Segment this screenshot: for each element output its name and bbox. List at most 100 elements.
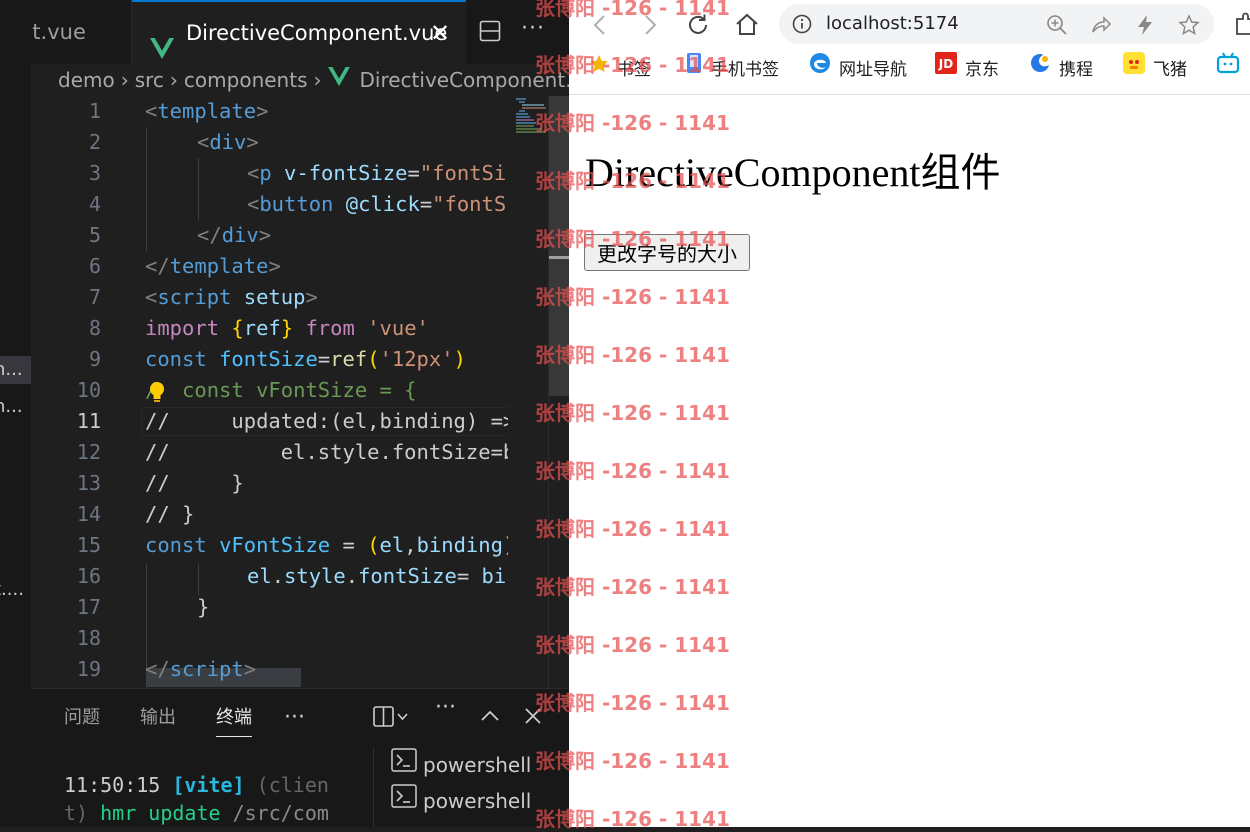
close-panel-icon[interactable] bbox=[522, 705, 544, 732]
line-number: 10 bbox=[76, 378, 101, 402]
code-editor[interactable]: 1 <template> 2 <div> 3 <p v-fontSize="fontS… bbox=[31, 96, 569, 688]
share-icon[interactable] bbox=[1090, 14, 1112, 40]
explorer-item[interactable]: t.... bbox=[0, 576, 31, 604]
terminal-instance-label: powershell bbox=[423, 789, 532, 813]
breadcrumb-item[interactable]: src bbox=[135, 64, 164, 96]
page-content: DirectiveComponent组件 更改字号的大小 bbox=[569, 95, 1250, 827]
code-line: 17} bbox=[31, 592, 569, 623]
explorer-item[interactable]: n... bbox=[0, 356, 31, 384]
split-editor-icon[interactable] bbox=[479, 20, 501, 46]
terminal-output[interactable]: 11:50:15 [vite] (clien t) hmr update /src… bbox=[64, 771, 364, 827]
home-icon[interactable] bbox=[732, 10, 762, 40]
url-text[interactable]: localhost:5174 bbox=[826, 4, 959, 44]
bookmark-item[interactable]: JD 京东 bbox=[935, 48, 999, 92]
code-line: 13 // } bbox=[31, 468, 569, 499]
bookmark-item[interactable] bbox=[1216, 48, 1248, 92]
terminal-line: t) hmr update /src/com bbox=[64, 799, 364, 827]
extensions-icon[interactable] bbox=[1233, 10, 1250, 40]
terminal-path: /src/com bbox=[220, 801, 329, 825]
terminal-text: (clien bbox=[244, 773, 329, 797]
terminal-instance[interactable]: powershell bbox=[391, 747, 531, 783]
code-text: // updated:(el,binding) => { bbox=[145, 409, 540, 433]
forward-icon[interactable] bbox=[635, 10, 665, 40]
vue-file-icon bbox=[150, 22, 174, 64]
scrollbar-cursor-marker bbox=[549, 256, 569, 259]
split-terminal-icon[interactable] bbox=[372, 705, 410, 734]
browser-window: localhost:5174 书签 手机书签 网址导航 JD 京东 携程 飞猪 D… bbox=[569, 0, 1250, 827]
line-number: 14 bbox=[76, 502, 101, 526]
code-text: // } bbox=[145, 502, 195, 526]
bookmark-item[interactable]: 书签 bbox=[589, 48, 651, 92]
token: = bbox=[317, 347, 331, 371]
editor-scrollbar[interactable] bbox=[548, 96, 569, 688]
token: > bbox=[246, 130, 259, 154]
token: v-fontSize bbox=[271, 161, 408, 185]
tab-terminal[interactable]: 终端 bbox=[216, 689, 252, 747]
maximize-panel-icon[interactable] bbox=[479, 705, 501, 732]
token: { bbox=[231, 316, 244, 340]
token: < bbox=[145, 285, 158, 309]
breadcrumb-item[interactable]: DirectiveComponent.vue bbox=[360, 64, 570, 96]
tab-inactive-file[interactable]: nt.vue bbox=[31, 0, 132, 64]
zoom-icon[interactable] bbox=[1046, 14, 1068, 40]
reload-icon[interactable] bbox=[683, 10, 713, 40]
bookmark-star-icon[interactable] bbox=[1178, 14, 1200, 40]
fliggy-icon bbox=[1123, 47, 1145, 91]
code-text: // } bbox=[145, 471, 244, 495]
bookmark-label: 携程 bbox=[1059, 60, 1093, 80]
minimap[interactable] bbox=[508, 96, 548, 688]
close-tab-icon[interactable]: ✕ bbox=[430, 2, 450, 64]
explorer-item[interactable]: n... bbox=[0, 393, 31, 421]
bookmark-label: 手机书签 bbox=[711, 60, 779, 80]
line-number: 2 bbox=[88, 130, 101, 154]
token: setup bbox=[231, 285, 306, 309]
bookmark-item[interactable]: 携程 bbox=[1029, 48, 1093, 92]
bookmark-item[interactable]: 网址导航 bbox=[809, 48, 907, 92]
tab-label: nt.vue bbox=[31, 20, 86, 44]
change-font-size-button[interactable]: 更改字号的大小 bbox=[584, 234, 750, 271]
bookmark-item[interactable]: 飞猪 bbox=[1123, 48, 1187, 92]
breadcrumb-separator: › bbox=[169, 68, 178, 92]
token: = bbox=[419, 192, 433, 216]
panel-more-icon[interactable]: ··· bbox=[284, 689, 305, 747]
terminal-icon bbox=[391, 783, 417, 819]
token: > bbox=[305, 285, 318, 309]
terminal-time: 11:50:15 bbox=[64, 773, 173, 797]
breadcrumb-item[interactable]: demo bbox=[58, 64, 115, 96]
bookmark-label: 飞猪 bbox=[1153, 60, 1187, 80]
star-icon bbox=[589, 47, 609, 91]
terminal-instance[interactable]: powershell bbox=[391, 783, 531, 819]
breadcrumb: demo›src›components›DirectiveComponent.v… bbox=[31, 64, 569, 96]
terminal-icon bbox=[391, 747, 417, 783]
editor-tab-bar: nt.vue DirectiveComponent.vue ✕ ··· bbox=[31, 0, 569, 64]
vscode-window: n... n... t.... nt.vue DirectiveComponen… bbox=[0, 0, 569, 827]
more-actions-icon[interactable]: ··· bbox=[521, 0, 545, 64]
tab-output[interactable]: 输出 bbox=[140, 689, 176, 747]
code-line: 18 bbox=[31, 623, 569, 654]
code-line: 19 </script> bbox=[31, 654, 569, 685]
token: from bbox=[293, 316, 368, 340]
breadcrumb-separator: › bbox=[313, 68, 322, 92]
token: < bbox=[247, 192, 260, 216]
token: ( bbox=[367, 533, 380, 557]
tab-directive-component[interactable]: DirectiveComponent.vue ✕ bbox=[132, 0, 466, 64]
site-info-icon[interactable] bbox=[792, 14, 812, 38]
address-bar[interactable]: localhost:5174 bbox=[779, 4, 1214, 44]
breadcrumb-item[interactable]: components bbox=[184, 64, 308, 96]
bookmark-item[interactable]: 手机书签 bbox=[685, 48, 779, 92]
breadcrumb-separator: › bbox=[120, 68, 129, 92]
token: script bbox=[157, 285, 232, 309]
token: = bbox=[456, 564, 482, 588]
scrollbar-thumb[interactable] bbox=[549, 96, 569, 396]
code-line: 16el.style.fontSize= binding.value bbox=[31, 561, 569, 592]
code-line: 15const vFontSize = (el,binding) => { bbox=[31, 530, 569, 561]
lightning-icon[interactable] bbox=[1134, 14, 1156, 40]
back-icon[interactable] bbox=[585, 10, 615, 40]
lightbulb-icon[interactable] bbox=[147, 380, 167, 408]
bottom-panel: 问题 输出 终端 ··· ··· 11:50:15 [vite] (clien t… bbox=[31, 688, 569, 827]
token: </ bbox=[197, 223, 222, 247]
line-number: 16 bbox=[76, 564, 101, 588]
tab-problems[interactable]: 问题 bbox=[64, 689, 100, 747]
token: @click bbox=[333, 192, 420, 216]
terminal-more-icon[interactable]: ··· bbox=[435, 695, 456, 720]
